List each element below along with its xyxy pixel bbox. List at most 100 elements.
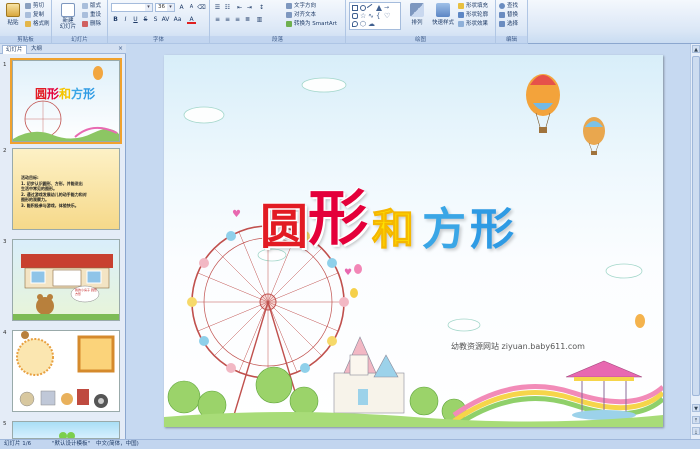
tab-outline[interactable]: 大纲 bbox=[28, 45, 45, 54]
theme-name: "默认设计模板" bbox=[52, 441, 91, 447]
hexagon-shape-icon[interactable]: ⬡ bbox=[360, 21, 366, 28]
delete-button[interactable]: 删除 bbox=[82, 20, 101, 28]
thumb1-title: 圆形和方形 bbox=[35, 87, 96, 101]
title-char-4: 方 bbox=[422, 204, 467, 255]
align-text-button[interactable]: 对齐文本 bbox=[286, 11, 316, 19]
italic-button[interactable]: I bbox=[121, 15, 130, 24]
scroll-up-button[interactable]: ▲ bbox=[692, 45, 700, 53]
bullets-button[interactable]: ☰ bbox=[213, 3, 222, 12]
quick-styles-button[interactable]: 快速样式 bbox=[430, 2, 456, 32]
cut-button[interactable]: 剪切 bbox=[25, 2, 44, 10]
triangle-shape-icon[interactable] bbox=[376, 5, 382, 11]
title-char-5: 形 bbox=[470, 204, 515, 255]
arrow-shape-icon[interactable]: → bbox=[384, 5, 390, 11]
layout-icon bbox=[82, 2, 88, 9]
font-color-button[interactable]: A bbox=[187, 15, 196, 24]
shape-fill-button[interactable]: 形状填充 bbox=[458, 2, 488, 10]
oval-shape-icon[interactable] bbox=[360, 5, 366, 11]
chevron-down-icon[interactable]: ▾ bbox=[145, 4, 152, 11]
thumb5-art bbox=[59, 432, 75, 438]
spacing-button[interactable]: AV bbox=[161, 15, 170, 24]
new-slide-button[interactable]: 新建 幻灯片 bbox=[55, 2, 81, 32]
heart-shape-icon[interactable]: ♡ bbox=[384, 13, 390, 20]
scroll-thumb[interactable] bbox=[692, 56, 700, 396]
close-icon[interactable]: × bbox=[118, 45, 123, 52]
current-slide[interactable]: ♥ ♥ 圆形和 方形 幼教资源网站 ziyuan.baby611.com bbox=[164, 55, 663, 427]
underline-button[interactable]: U bbox=[131, 15, 140, 24]
new-slide-icon bbox=[61, 3, 75, 17]
chevron-down-icon[interactable]: ▾ bbox=[167, 4, 174, 11]
balloon-small bbox=[583, 117, 605, 155]
reset-icon bbox=[82, 11, 88, 18]
slide-counter: 幻灯片 1/6 bbox=[4, 441, 32, 447]
castle bbox=[333, 336, 405, 414]
shadow-button[interactable]: S bbox=[151, 15, 160, 24]
find-button[interactable]: 查找 bbox=[499, 2, 518, 10]
tab-slides[interactable]: 幻灯片 bbox=[2, 45, 27, 54]
svg-text:♥: ♥ bbox=[232, 209, 241, 220]
slide-thumbnail-4[interactable] bbox=[12, 330, 120, 412]
convert-smartart-button[interactable]: 转换为 SmartArt bbox=[286, 20, 337, 28]
quick-styles-label: 快速样式 bbox=[431, 20, 454, 26]
reset-button[interactable]: 重设 bbox=[82, 11, 101, 19]
slide-thumbnail-5[interactable] bbox=[12, 421, 120, 439]
font-group-label: 字体 bbox=[108, 36, 209, 44]
slide-thumbnail-3[interactable]: 我的小房子 圆形 方形 bbox=[12, 239, 120, 321]
star-shape-icon[interactable]: ☆ bbox=[360, 13, 366, 20]
font-group: ▾ 36 ▾ A A ⌫ B I U S S AV Aa A 字体 bbox=[108, 0, 210, 44]
status-bar: 幻灯片 1/6 "默认设计模板" 中文(简体，中国) bbox=[0, 439, 700, 449]
font-name-combo[interactable]: ▾ bbox=[111, 3, 153, 12]
select-button[interactable]: 选择 bbox=[499, 20, 518, 28]
cloud-shape-icon[interactable]: ☁ bbox=[368, 21, 375, 28]
justify-button[interactable]: ≣ bbox=[243, 15, 252, 24]
next-slide-button[interactable]: ⤓ bbox=[692, 427, 700, 435]
text-direction-button[interactable]: 文字方向 bbox=[286, 2, 316, 10]
rectangle-shape-icon[interactable] bbox=[352, 5, 358, 11]
numbering-button[interactable]: ☷ bbox=[223, 3, 232, 12]
copy-button[interactable]: 复制 bbox=[25, 11, 44, 19]
arrange-button[interactable]: 排列 bbox=[406, 2, 428, 32]
bold-button[interactable]: B bbox=[111, 15, 120, 24]
strikethrough-button[interactable]: S bbox=[141, 15, 150, 24]
paste-label: 粘贴 bbox=[7, 20, 19, 26]
increase-indent-button[interactable]: ⇥ bbox=[245, 3, 254, 12]
columns-button[interactable]: ▥ bbox=[255, 15, 264, 24]
align-right-button[interactable]: ≡ bbox=[233, 15, 242, 24]
paint-bucket-icon bbox=[458, 2, 464, 9]
line-spacing-button[interactable]: ↕ bbox=[257, 3, 266, 12]
replace-icon bbox=[499, 11, 505, 18]
scroll-down-button[interactable]: ▼ bbox=[692, 404, 700, 412]
grow-font-button[interactable]: A bbox=[177, 3, 186, 12]
case-button[interactable]: Aa bbox=[173, 15, 182, 24]
replace-button[interactable]: 替换 bbox=[499, 11, 518, 19]
shape-outline-button[interactable]: 形状轮廓 bbox=[458, 11, 488, 19]
paste-button[interactable]: 粘贴 bbox=[2, 2, 24, 32]
decrease-indent-button[interactable]: ⇤ bbox=[235, 3, 244, 12]
slide-thumbnail-1[interactable]: 圆形和方形 bbox=[10, 58, 122, 144]
curve-shape-icon[interactable]: ∿ bbox=[368, 13, 374, 20]
language-indicator[interactable]: 中文(简体，中国) bbox=[96, 440, 139, 449]
slide-title[interactable]: 圆形和 方形 bbox=[260, 170, 514, 255]
font-size-combo[interactable]: 36 ▾ bbox=[155, 3, 175, 12]
layout-button[interactable]: 版式 bbox=[82, 2, 101, 10]
previous-slide-button[interactable]: ⤒ bbox=[692, 416, 700, 424]
format-painter-button[interactable]: 格式刷 bbox=[25, 20, 50, 28]
thumb3-art bbox=[13, 254, 119, 320]
clear-format-button[interactable]: ⌫ bbox=[197, 3, 206, 12]
brace-shape-icon[interactable]: { bbox=[376, 13, 382, 20]
slide-thumbnail-2[interactable]: 活动目标: 1. 初步认识圆形、方形，并能说出 生活中常见的图形。 2. 通过游… bbox=[12, 148, 120, 230]
shape-effects-button[interactable]: 形状效果 bbox=[458, 20, 488, 28]
watermark-text: 幼教资源网站 ziyuan.baby611.com bbox=[451, 342, 585, 351]
balloon-big bbox=[526, 74, 560, 133]
thumb-number: 2 bbox=[3, 148, 7, 154]
align-left-button[interactable]: ≡ bbox=[213, 15, 222, 24]
align-center-button[interactable]: ≡ bbox=[223, 15, 232, 24]
search-icon bbox=[499, 2, 505, 9]
line-shape-icon[interactable] bbox=[366, 3, 376, 13]
callout-shape-icon[interactable] bbox=[352, 21, 358, 27]
shapes-gallery[interactable]: → ☆ ∿ { ♡ ⬡ ☁ bbox=[349, 2, 401, 30]
vertical-scrollbar[interactable]: ▲ ▼ ⤒ ⤓ bbox=[690, 44, 700, 439]
shrink-font-button[interactable]: A bbox=[187, 3, 196, 12]
rounded-rect-shape-icon[interactable] bbox=[352, 13, 358, 19]
clipboard-group: 粘贴 剪切 复制 格式刷 剪贴板 bbox=[0, 0, 52, 44]
